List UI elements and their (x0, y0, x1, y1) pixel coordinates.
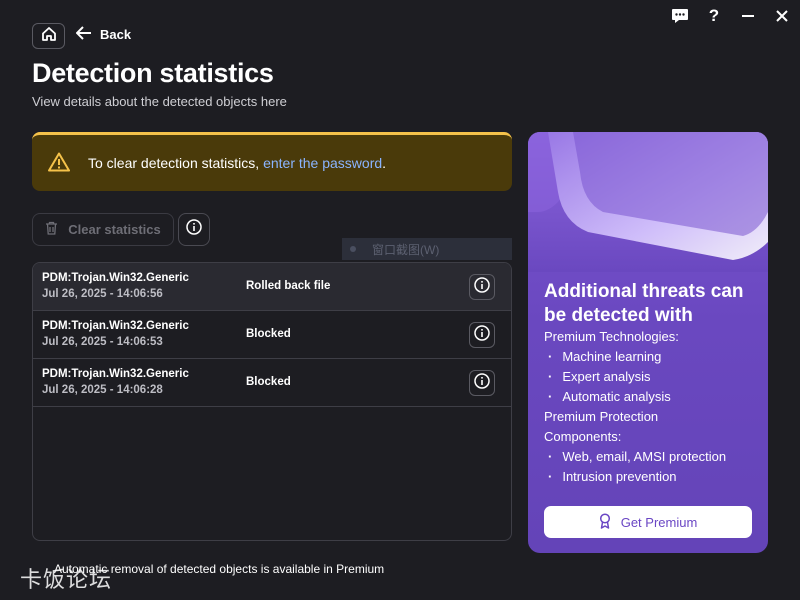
clear-statistics-label: Clear statistics (68, 222, 161, 237)
list-item: Web, email, AMSI protection (544, 447, 726, 467)
promo-artwork (528, 132, 768, 272)
tooltip-text: 窗口截图(W) (372, 242, 440, 257)
promo-intro: Premium Technologies: (544, 329, 679, 344)
warning-text: To clear detection statistics, enter the… (88, 155, 387, 171)
detection-date: Jul 26, 2025 - 14:06:28 (42, 384, 163, 396)
page-subtitle: View details about the detected objects … (32, 94, 287, 109)
detection-action: Blocked (246, 376, 291, 388)
home-icon (41, 26, 57, 47)
clear-statistics-button[interactable]: Clear statistics (32, 213, 174, 246)
password-warning-banner: To clear detection statistics, enter the… (32, 132, 512, 191)
detection-name: PDM:Trojan.Win32.Generic (42, 272, 189, 284)
premium-note: Automatic removal of detected objects is… (32, 562, 384, 576)
detection-date: Jul 26, 2025 - 14:06:53 (42, 336, 163, 348)
detections-table: PDM:Trojan.Win32.Generic Jul 26, 2025 - … (32, 262, 512, 541)
premium-promo-card: Additional threats can be detected with … (528, 132, 768, 553)
get-premium-label: Get Premium (620, 514, 698, 530)
screenshot-tool-tooltip: 窗口截图(W) (342, 238, 512, 260)
back-button[interactable]: Back (75, 26, 132, 43)
toolbar: Clear statistics (32, 213, 210, 246)
back-label: Back (100, 27, 132, 42)
minimize-icon[interactable] (738, 6, 758, 26)
info-icon (474, 372, 490, 394)
home-button[interactable] (32, 23, 65, 49)
table-row[interactable]: PDM:Trojan.Win32.Generic Jul 26, 2025 - … (33, 263, 511, 311)
help-icon[interactable]: ? (704, 6, 724, 26)
dot-icon (350, 246, 356, 252)
list-item: Automatic analysis (544, 387, 726, 407)
info-icon (186, 219, 202, 240)
row-info-button[interactable] (469, 370, 495, 396)
enter-password-link[interactable]: enter the password (263, 155, 382, 171)
detection-name: PDM:Trojan.Win32.Generic (42, 368, 189, 380)
list-item: Expert analysis (544, 367, 726, 387)
detection-date: Jul 26, 2025 - 14:06:56 (42, 288, 163, 300)
premium-note-text: Automatic removal of detected objects is… (54, 562, 385, 576)
row-info-button[interactable] (469, 274, 495, 300)
warning-icon (48, 152, 70, 175)
arrow-left-icon (75, 26, 92, 43)
promo-section: Premium Protection (544, 409, 659, 424)
detection-action: Blocked (246, 328, 291, 340)
table-row[interactable]: PDM:Trojan.Win32.Generic Jul 26, 2025 - … (33, 359, 511, 407)
promo-title: Additional threats can be detected with (544, 281, 744, 326)
page-title: Detection statistics (32, 58, 274, 88)
promo-features: Premium Technologies: Machine learning E… (544, 327, 726, 487)
list-item: Intrusion prevention (544, 467, 726, 487)
info-icon (474, 276, 490, 298)
toolbar-info-button[interactable] (178, 213, 210, 246)
promo-section2: Components: (544, 429, 622, 444)
table-row[interactable]: PDM:Trojan.Win32.Generic Jul 26, 2025 - … (33, 311, 511, 359)
close-icon[interactable] (772, 6, 792, 26)
trash-icon (45, 221, 58, 238)
info-icon (474, 324, 490, 346)
detection-action: Rolled back file (246, 280, 331, 292)
chat-icon[interactable] (670, 6, 690, 26)
window-controls: ? (670, 6, 792, 26)
award-icon (599, 512, 611, 532)
get-premium-button[interactable]: Get Premium (544, 506, 752, 538)
row-info-button[interactable] (469, 322, 495, 348)
detection-name: PDM:Trojan.Win32.Generic (42, 320, 189, 332)
list-item: Machine learning (544, 347, 726, 367)
